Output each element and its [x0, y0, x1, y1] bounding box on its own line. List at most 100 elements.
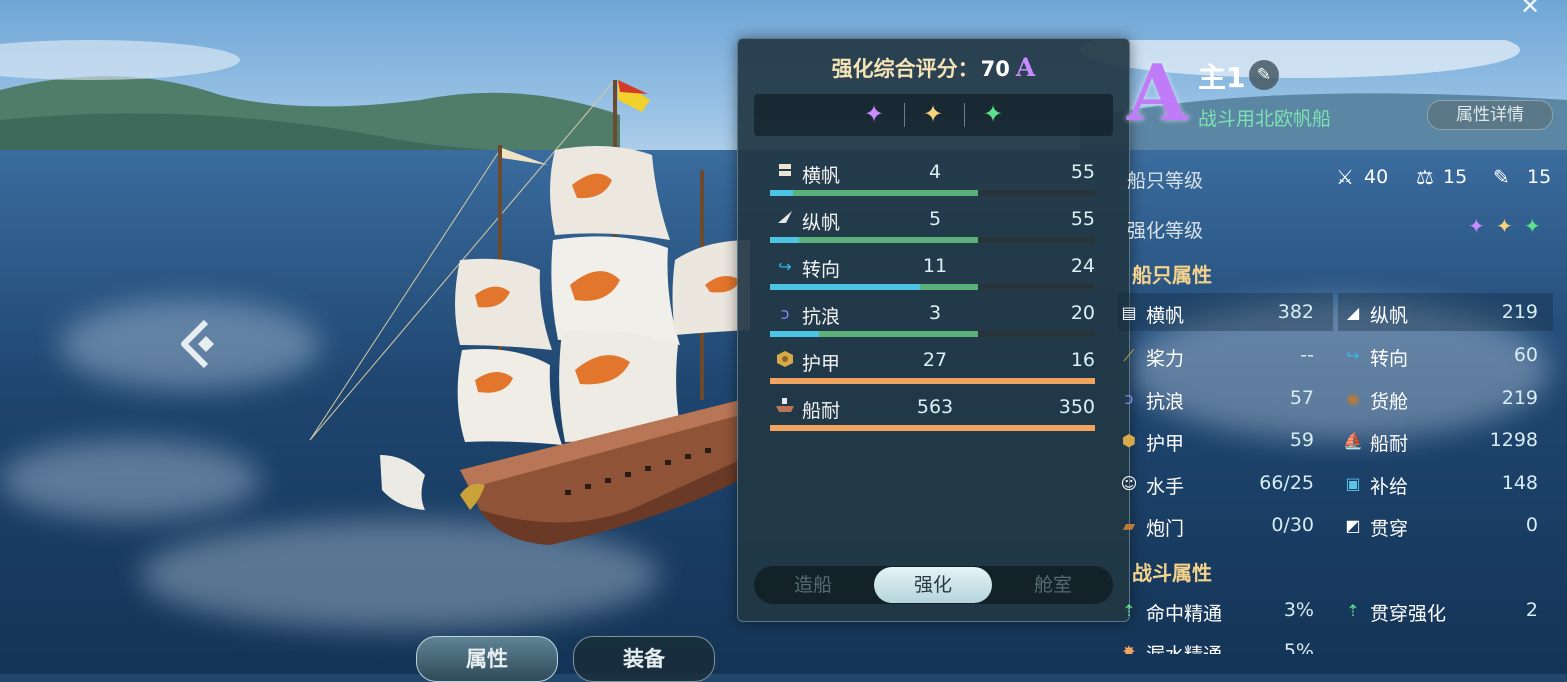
attr-cannon-ports: ▰ 炮门 0/30: [1118, 514, 1314, 544]
green-star-icon: ✦: [982, 100, 1004, 128]
stat-bar: [770, 237, 1095, 243]
enhance-score-label: 强化综合评分：: [831, 57, 979, 81]
stat-row-wave: ↄ 抗浪 3 20: [770, 301, 1095, 345]
stat-label: 抗浪: [802, 306, 841, 328]
battle-attributes-title: 战斗属性: [1132, 561, 1212, 585]
panel-tab-bar: 造船 强化 舱室: [754, 566, 1113, 604]
stat-bar: [770, 378, 1095, 384]
tab-equipment[interactable]: 装备: [573, 636, 715, 682]
turn-icon: ↪: [778, 257, 792, 276]
combat-level-value: 40: [1364, 166, 1389, 188]
attr-fore-aft-sail: ◢ 纵帆 219: [1342, 301, 1538, 331]
attr-wave: ↄ 抗浪 57: [1118, 387, 1314, 417]
accuracy-icon: ⇡: [1122, 601, 1136, 620]
enhance-score-value: 70: [980, 57, 1010, 81]
stat-row-hull-durability: 船耐 563 350: [770, 395, 1095, 439]
square-sail-icon: ▤: [1121, 303, 1137, 322]
enhance-score-title: 强化综合评分：70 A: [738, 53, 1129, 83]
ship-grade: A: [1127, 48, 1188, 139]
stat-value: 11: [922, 255, 948, 277]
supply-icon: ▣: [1345, 474, 1361, 493]
stat-label: 船耐: [802, 400, 841, 422]
crossed-swords-icon: ⚔: [1336, 165, 1354, 189]
stat-value: 27: [922, 349, 948, 371]
explore-level-value: 15: [1527, 166, 1552, 188]
trade-level-value: 15: [1443, 166, 1468, 188]
stat-value: 3: [928, 302, 942, 324]
enhance-grade: A: [1015, 53, 1036, 82]
stat-bar: [770, 331, 1095, 337]
ship-model: [309, 79, 750, 545]
pierce-boost-icon: ⇡: [1346, 601, 1360, 620]
attr-hull-durability: ⛵ 船耐 1298: [1343, 429, 1538, 455]
ship-attributes-title: 船只属性: [1132, 263, 1212, 287]
fore-aft-sail-icon: ◢: [1346, 303, 1360, 322]
gold-star-icon: ✦: [922, 100, 944, 128]
fore-aft-sail-icon: [774, 209, 796, 231]
attr-pierce: ◩ 贯穿 0: [1342, 514, 1538, 544]
tab-attributes[interactable]: 属性: [416, 636, 558, 682]
attr-square-sail: ▤ 横帆 382: [1118, 301, 1314, 331]
purple-star-icon: ✦: [863, 100, 885, 128]
quill-icon: ✎: [1493, 165, 1510, 189]
ship-name: 主1: [1198, 61, 1246, 94]
stat-label: 纵帆: [802, 212, 841, 234]
barrel-icon: ◉: [1346, 389, 1360, 408]
stat-label: 转向: [802, 259, 841, 281]
ship-type: 战斗用北欧帆船: [1198, 108, 1332, 130]
attr-supply: ▣ 补给 148: [1342, 472, 1538, 502]
tab-shipbuilding[interactable]: 造船: [754, 566, 872, 604]
stat-row-square-sail: 横帆 4 55: [770, 160, 1095, 204]
armor-icon: ⬢: [1122, 431, 1136, 450]
tab-enhance[interactable]: 强化: [874, 567, 992, 603]
attribute-details-button[interactable]: 属性详情: [1427, 100, 1553, 130]
stat-max: 55: [1070, 161, 1095, 183]
gold-star-icon: ✦: [1496, 214, 1513, 238]
stat-max: 350: [1058, 396, 1095, 418]
stat-max: 24: [1070, 255, 1095, 277]
attr-pierce-boost: ⇡ 贯穿强化 2: [1342, 599, 1538, 629]
stat-row-fore-aft-sail: 纵帆 5 55: [770, 207, 1095, 251]
stat-max: 55: [1070, 208, 1095, 230]
attr-armor: ⬢ 护甲 59: [1118, 429, 1314, 459]
stat-max: 16: [1070, 349, 1095, 371]
stat-label: 护甲: [802, 353, 841, 375]
hull-durability-icon: [774, 397, 796, 419]
sailor-icon: ☺: [1120, 474, 1138, 493]
stat-max: 20: [1070, 302, 1095, 324]
purple-star-icon: ✦: [1468, 214, 1485, 238]
fog-patch: [0, 440, 260, 520]
ship-level-label: 船只等级: [1127, 170, 1204, 192]
stat-row-turn: ↪ 转向 11 24: [770, 254, 1095, 298]
tab-cabin[interactable]: 舱室: [994, 566, 1112, 604]
ship-info-panel: A 主1 ✎ 战斗用北欧帆船 属性详情 船只等级 ⚔ 40 ⚖ 15 ✎ 15 …: [1118, 0, 1567, 674]
back-arrow-icon[interactable]: [176, 318, 222, 370]
armor-icon: [774, 350, 796, 372]
cannon-port-icon: ▰: [1122, 516, 1136, 535]
attr-turn: ↪ 转向 60: [1342, 344, 1538, 374]
stat-bar: [770, 190, 1095, 196]
enhance-panel: 强化综合评分：70 A ✦ ✦ ✦ 横帆 4 55 纵帆 5 55 ↪ 转向 11…: [737, 38, 1130, 622]
green-star-icon: ✦: [1524, 214, 1541, 238]
attr-sailors: ☺ 水手 66/25: [1118, 472, 1314, 502]
hull-durability-icon: ⛵: [1343, 431, 1363, 450]
square-sail-icon: [774, 162, 796, 184]
stat-value: 4: [928, 161, 942, 183]
scales-icon: ⚖: [1416, 165, 1434, 189]
wave-icon: ↄ: [780, 304, 790, 323]
pierce-icon: ◩: [1345, 516, 1361, 535]
stat-value: 563: [916, 396, 954, 418]
attr-cargo: ◉ 货舱 219: [1342, 387, 1538, 417]
turn-icon: ↪: [1346, 346, 1360, 365]
attr-leak: ✸ 漏水精通 5%: [1118, 640, 1314, 654]
stat-label: 横帆: [802, 165, 841, 187]
enhance-stars-row: ✦ ✦ ✦: [754, 94, 1113, 136]
stat-value: 5: [928, 208, 942, 230]
attr-oar: ⟋ 桨力 --: [1118, 344, 1314, 374]
leak-icon: ✸: [1122, 642, 1136, 654]
oar-icon: ⟋: [1123, 346, 1135, 365]
edit-name-icon[interactable]: ✎: [1249, 60, 1279, 90]
stat-bar: [770, 284, 1095, 290]
wave-icon: ↄ: [1124, 389, 1134, 408]
stat-bar: [770, 425, 1095, 431]
